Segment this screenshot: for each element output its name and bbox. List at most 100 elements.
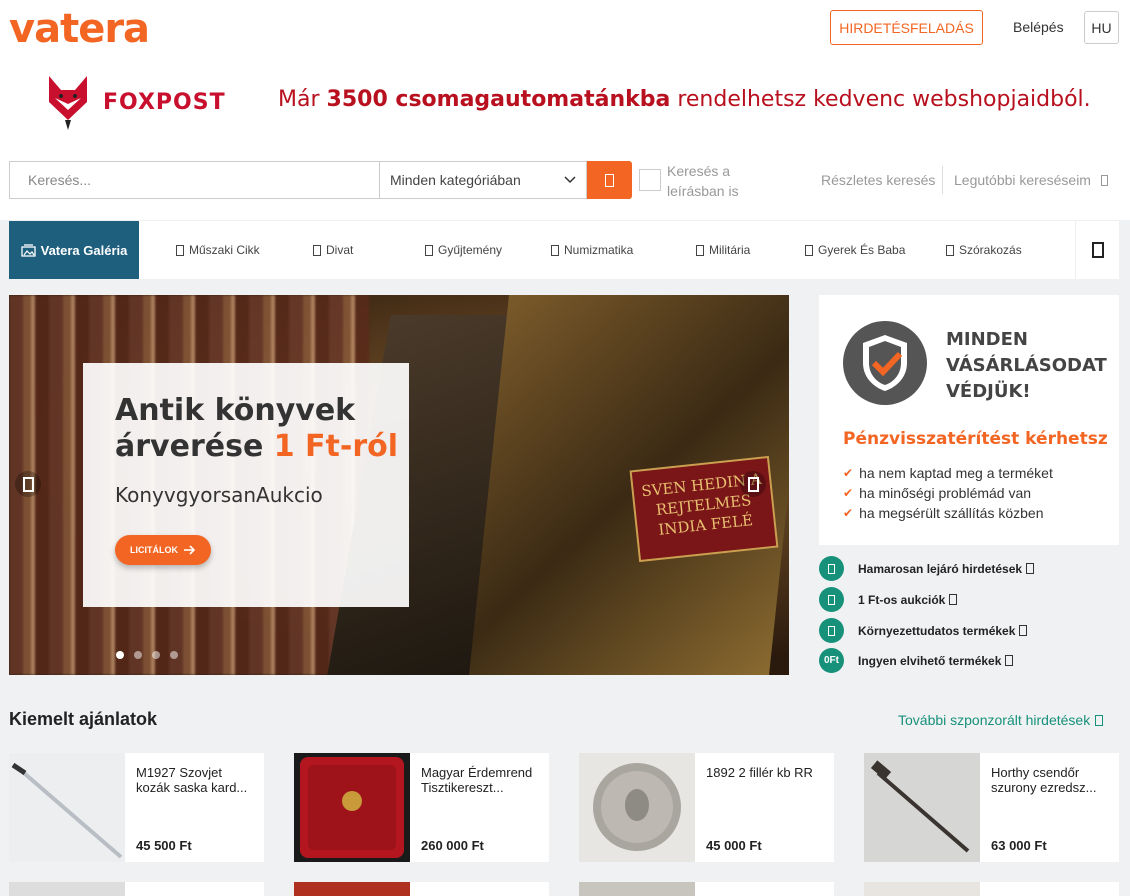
- nav-item-muszaki-cikk[interactable]: Műszaki Cikk: [176, 221, 260, 279]
- check-icon: ✔: [843, 466, 854, 480]
- product-card[interactable]: Horthy csendőr szurony ezredsz... 63 000…: [864, 753, 1119, 862]
- vatera-logo[interactable]: vatera: [9, 6, 150, 52]
- product-image-medal-case: [294, 753, 410, 862]
- nav-item-militaria[interactable]: Militária: [696, 221, 750, 279]
- buyer-protection-box[interactable]: MINDEN VÁSÁRLÁSODAT VÉDJÜK! Pénzvisszatérí…: [819, 295, 1119, 545]
- product-card[interactable]: [9, 882, 264, 896]
- product-card[interactable]: [579, 882, 834, 896]
- carousel-dot[interactable]: [134, 651, 142, 659]
- advanced-search-link[interactable]: Részletes keresés: [821, 172, 935, 188]
- category-select[interactable]: Minden kategóriában: [379, 161, 587, 199]
- nav-item-divat[interactable]: Divat: [313, 221, 353, 279]
- nav-item-label: Gyűjtemény: [438, 243, 503, 257]
- gallery-icon: [20, 243, 36, 257]
- divider: [942, 166, 943, 194]
- product-price: 45 000 Ft: [706, 838, 762, 853]
- nav-item-label: Divat: [326, 243, 354, 257]
- login-link[interactable]: Belépés: [1013, 19, 1064, 35]
- recent-searches-link[interactable]: Legutóbbi kereséseim: [954, 172, 1108, 188]
- search-in-description-checkbox[interactable]: [639, 169, 661, 191]
- protection-title: MINDEN VÁSÁRLÁSODAT VÉDJÜK!: [946, 329, 1107, 402]
- category-select-value: Minden kategóriában: [390, 172, 521, 188]
- nav-item-label: Gyerek És Baba: [818, 243, 906, 257]
- product-price: 260 000 Ft: [421, 838, 484, 853]
- coin-icon: [551, 244, 559, 256]
- hero-title-line2: árverése: [115, 429, 274, 464]
- foxpost-message-post: rendelhetsz kedvenc webshopjaidból.: [670, 87, 1091, 112]
- check-icon: ✔: [843, 486, 854, 500]
- list-item: ✔ ha megsérült szállítás közben: [843, 503, 1053, 523]
- nav-item-gyerek-es-baba[interactable]: Gyerek És Baba: [805, 221, 905, 279]
- search-input[interactable]: Keresés...: [9, 161, 379, 199]
- product-card[interactable]: [864, 882, 1119, 896]
- product-image-bayonet: [864, 753, 980, 862]
- foxpost-message[interactable]: Már 3500 csomagautomatánkba rendelhetsz …: [278, 87, 1091, 112]
- nav-item-numizmatika[interactable]: Numizmatika: [551, 221, 633, 279]
- language-selector[interactable]: HU: [1084, 11, 1119, 44]
- carousel-dot[interactable]: [170, 651, 178, 659]
- fashion-icon: [313, 244, 321, 256]
- foxpost-brand[interactable]: FOXPOST: [103, 90, 226, 115]
- hero-card: Antik könyvek árverése 1 Ft-ról Konyvgyo…: [83, 363, 409, 607]
- product-card[interactable]: M1927 Szovjet kozák saska kard... 45 500…: [9, 753, 264, 862]
- quick-link-label: Környezettudatos termékek: [858, 623, 1016, 638]
- product-price: 63 000 Ft: [991, 838, 1047, 853]
- nav-item-label: Műszaki Cikk: [189, 243, 260, 257]
- search-button[interactable]: [587, 161, 632, 199]
- nav-item-vatera-gallery[interactable]: Vatera Galéria: [9, 221, 139, 279]
- nav-gallery-label: Vatera Galéria: [40, 242, 128, 258]
- protection-item-text: ha minőségi problémád van: [859, 485, 1032, 501]
- search-in-description-label[interactable]: Keresés a leírásban is: [667, 161, 757, 201]
- quick-link-eco-products[interactable]: Környezettudatos termékek: [819, 618, 1028, 643]
- list-item: ✔ ha minőségi problémád van: [843, 483, 1053, 503]
- post-ad-button[interactable]: HIRDETÉSFELADÁS: [830, 10, 983, 45]
- leaf-icon: [819, 618, 844, 643]
- nav-item-szorakozas[interactable]: Szórakozás: [946, 221, 1022, 279]
- quick-link-label: Hamarosan lejáró hirdetések: [858, 561, 1023, 576]
- carousel-dot[interactable]: [116, 651, 124, 659]
- nav-item-label: Szórakozás: [959, 243, 1022, 257]
- free-badge-icon: 0Ft: [819, 648, 844, 673]
- product-name: M1927 Szovjet kozák saska kard...: [136, 765, 248, 795]
- quick-link-expiring[interactable]: Hamarosan lejáró hirdetések: [819, 556, 1035, 581]
- bid-button[interactable]: LICITÁLOK: [115, 535, 211, 565]
- foxpost-message-pre: Már: [278, 87, 327, 112]
- hero-title: Antik könyvek árverése 1 Ft-ról: [115, 393, 398, 465]
- check-icon: ✔: [843, 506, 854, 520]
- nav-more-button[interactable]: [1075, 221, 1119, 279]
- hero-title-highlight: 1 Ft-ról: [273, 429, 399, 464]
- product-price: 45 500 Ft: [136, 838, 192, 853]
- carousel-dot[interactable]: [152, 651, 160, 659]
- chevron-right-icon: [1026, 563, 1035, 574]
- chevron-right-icon: [1095, 714, 1104, 726]
- collection-icon: [425, 244, 433, 256]
- hero-carousel[interactable]: SVEN HEDIN A REJTELMES INDIA FELÉ Antik …: [9, 295, 789, 675]
- product-name: 1892 2 fillér kb RR: [706, 765, 813, 780]
- product-card[interactable]: 1892 2 fillér kb RR 45 000 Ft: [579, 753, 834, 862]
- foxpost-fox-icon[interactable]: [47, 76, 89, 130]
- quick-link-label: 1 Ft-os aukciók: [858, 592, 946, 607]
- category-nav: Vatera Galéria Műszaki Cikk Divat Gyűjte…: [9, 221, 1119, 279]
- recent-searches-label: Legutóbbi kereséseim: [954, 172, 1091, 188]
- quick-link-free-items[interactable]: 0Ft Ingyen elvihető termékek: [819, 648, 1014, 673]
- hero-subtitle: KonyvgyorsanAukcio: [115, 483, 323, 507]
- bid-button-label: LICITÁLOK: [130, 545, 178, 555]
- auction-icon: [819, 587, 844, 612]
- carousel-dots: [116, 651, 178, 659]
- protection-item-text: ha nem kaptad meg a terméket: [859, 465, 1053, 481]
- chevron-right-icon: [1005, 655, 1014, 666]
- product-name: Magyar Érdemrend Tisztikereszt...: [421, 765, 533, 795]
- product-card[interactable]: [294, 882, 549, 896]
- featured-title: Kiemelt ajánlatok: [9, 709, 158, 729]
- product-name: Horthy csendőr szurony ezredsz...: [991, 765, 1097, 795]
- carousel-next-button[interactable]: [740, 471, 766, 497]
- history-icon: [1100, 175, 1108, 186]
- hero-title-line1: Antik könyvek: [115, 393, 356, 428]
- search-icon: [605, 173, 614, 187]
- carousel-prev-button[interactable]: [15, 471, 41, 497]
- product-image: [579, 882, 695, 896]
- nav-item-gyujtemeny[interactable]: Gyűjtemény: [425, 221, 502, 279]
- quick-link-1ft-auctions[interactable]: 1 Ft-os aukciók: [819, 587, 958, 612]
- more-sponsored-link[interactable]: További szponzorált hirdetések: [898, 712, 1104, 728]
- product-card[interactable]: Magyar Érdemrend Tisztikereszt... 260 00…: [294, 753, 549, 862]
